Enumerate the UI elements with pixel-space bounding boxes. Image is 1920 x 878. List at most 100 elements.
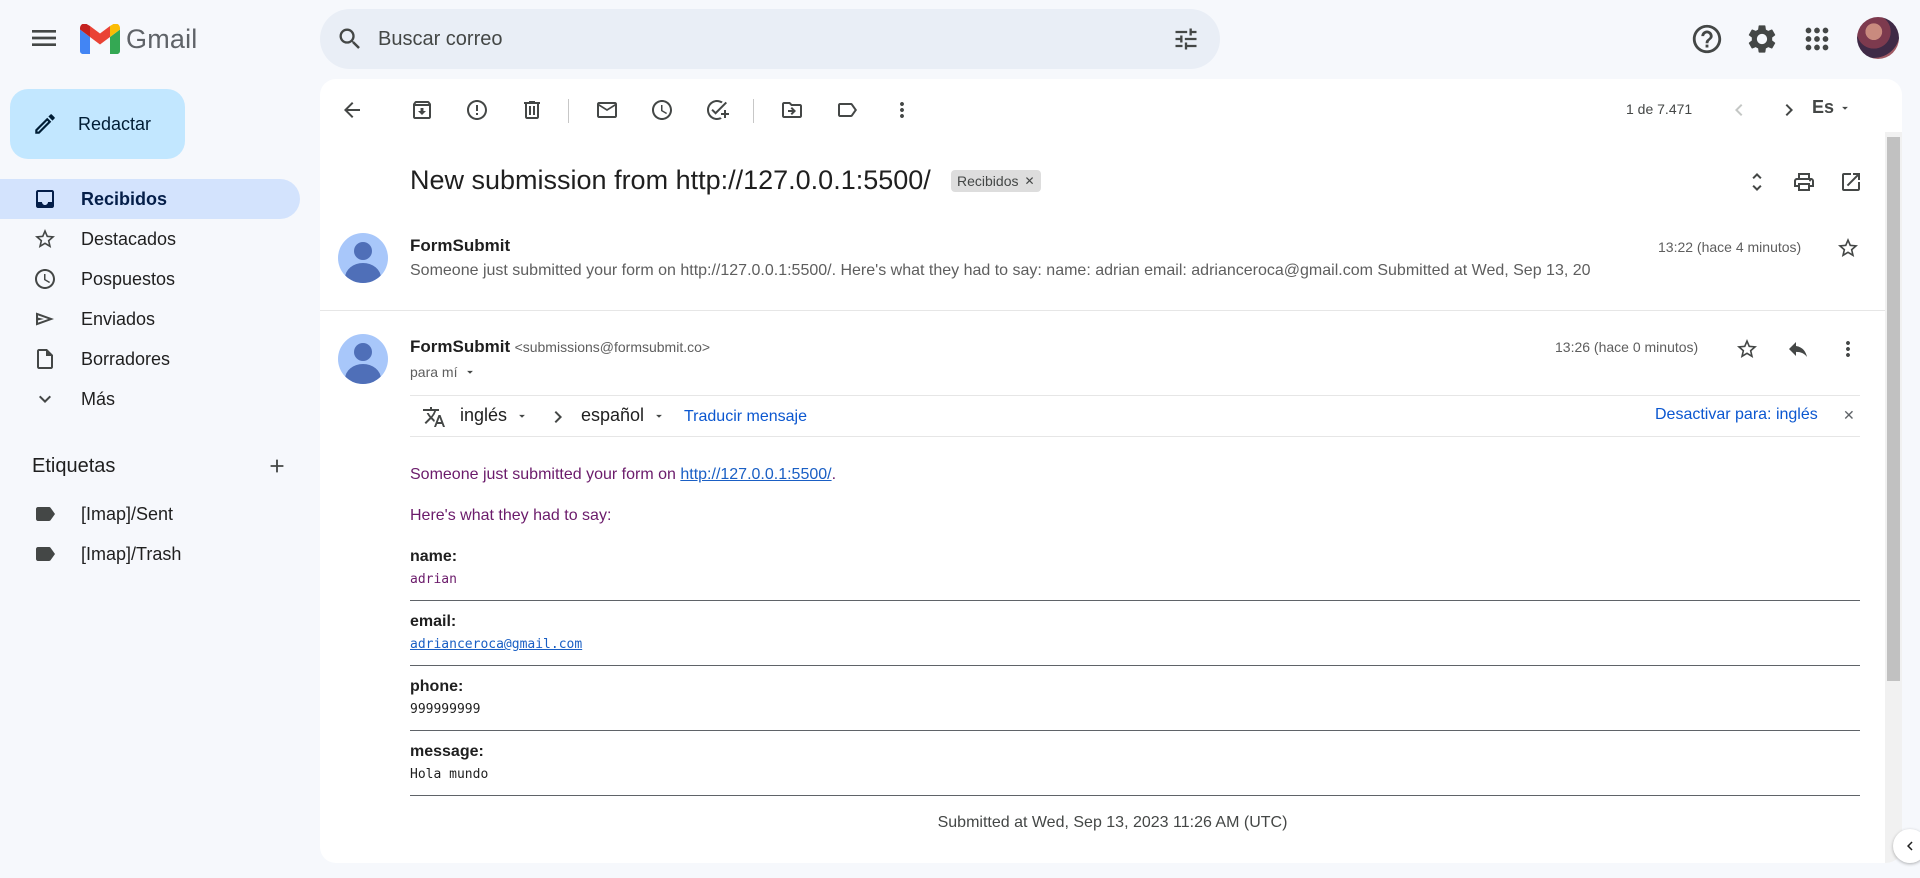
sidebar-item-label: Enviados bbox=[81, 308, 156, 329]
search-options-icon[interactable] bbox=[1172, 25, 1200, 53]
mark-unread-button[interactable] bbox=[595, 98, 619, 122]
draft-icon bbox=[37, 349, 53, 369]
sender-line: FormSubmit <submissions@formsubmit.co> bbox=[410, 337, 710, 357]
chevron-right-icon bbox=[554, 411, 562, 423]
arrow-back-icon bbox=[344, 102, 360, 118]
add-label-button[interactable] bbox=[266, 455, 288, 477]
add-task-button[interactable] bbox=[705, 98, 729, 122]
translate-icon bbox=[423, 407, 445, 427]
star-button[interactable] bbox=[1735, 337, 1759, 361]
label-icon bbox=[36, 547, 55, 561]
trash-icon bbox=[524, 101, 540, 119]
message-view: 1 de 7.471 Es New submission from http:/… bbox=[320, 79, 1902, 863]
sender-email: <submissions@formsubmit.co> bbox=[514, 339, 711, 355]
field-divider bbox=[410, 730, 1860, 731]
report-icon bbox=[467, 100, 487, 120]
labels-button[interactable] bbox=[835, 98, 859, 122]
send-icon bbox=[36, 312, 54, 326]
move-to-button[interactable] bbox=[780, 98, 804, 122]
back-button[interactable] bbox=[340, 98, 364, 122]
more-vert-icon bbox=[1846, 341, 1850, 357]
label-outline-icon bbox=[838, 103, 857, 117]
star-icon bbox=[1737, 339, 1757, 358]
collapsed-sender[interactable]: FormSubmit bbox=[410, 236, 510, 256]
field-email-value[interactable]: adrianceroca@gmail.com bbox=[410, 637, 582, 652]
apps-button[interactable] bbox=[1800, 22, 1834, 56]
toolbar-divider bbox=[753, 99, 754, 123]
submitted-footer: Submitted at Wed, Sep 13, 2023 11:26 AM … bbox=[937, 814, 1288, 831]
older-button[interactable] bbox=[1777, 98, 1801, 122]
app-name: Gmail bbox=[126, 23, 198, 54]
print-button[interactable] bbox=[1792, 170, 1816, 194]
unfold-icon bbox=[1752, 173, 1762, 191]
field-divider bbox=[410, 665, 1860, 666]
help-icon bbox=[1692, 24, 1722, 54]
sidebar-item-more[interactable]: Más bbox=[0, 379, 300, 419]
archive-button[interactable] bbox=[410, 98, 434, 122]
reply-button[interactable] bbox=[1786, 337, 1810, 361]
recipients-dropdown[interactable]: para mí bbox=[410, 364, 477, 380]
search-bar[interactable]: Buscar correo bbox=[320, 9, 1220, 69]
hamburger-icon bbox=[32, 30, 56, 46]
gear-icon bbox=[1748, 25, 1776, 53]
close-translate-icon[interactable]: ✕ bbox=[1843, 407, 1855, 424]
gmail-logo[interactable]: Gmail bbox=[80, 20, 198, 58]
sidebar-item-inbox[interactable]: Recibidos bbox=[0, 179, 300, 219]
translate-message-link[interactable]: Traducir mensaje bbox=[684, 408, 807, 426]
search-icon[interactable] bbox=[336, 25, 364, 53]
body-intro-end: . bbox=[831, 466, 837, 483]
settings-button[interactable] bbox=[1745, 22, 1779, 56]
message-divider bbox=[320, 310, 1902, 311]
input-tools-button[interactable]: Es bbox=[1812, 97, 1852, 118]
expand-all-button[interactable] bbox=[1745, 170, 1769, 194]
source-language-select[interactable]: inglés bbox=[460, 405, 529, 426]
field-email-label: email: bbox=[410, 613, 457, 630]
sidebar-item-sent[interactable]: Enviados bbox=[0, 299, 300, 339]
input-tools-label: Es bbox=[1812, 97, 1835, 117]
delete-button[interactable] bbox=[520, 98, 544, 122]
pencil-icon bbox=[35, 114, 55, 134]
new-window-button[interactable] bbox=[1839, 170, 1863, 194]
sidebar-item-snoozed[interactable]: Pospuestos bbox=[0, 259, 300, 299]
report-spam-button[interactable] bbox=[465, 98, 489, 122]
collapsed-snippet[interactable]: Someone just submitted your form on http… bbox=[410, 262, 1852, 280]
mail-icon bbox=[597, 102, 617, 118]
help-button[interactable] bbox=[1690, 22, 1724, 56]
target-language: español bbox=[581, 405, 645, 425]
sender-avatar bbox=[338, 334, 388, 384]
sidebar-item-label: Recibidos bbox=[81, 188, 168, 209]
field-message-value: Hola mundo bbox=[410, 767, 489, 782]
sidebar-item-drafts[interactable]: Borradores bbox=[0, 339, 300, 379]
search-input[interactable]: Buscar correo bbox=[378, 28, 1172, 51]
snooze-button[interactable] bbox=[650, 98, 674, 122]
compose-button[interactable]: Redactar bbox=[10, 89, 185, 159]
scrollbar-thumb[interactable] bbox=[1887, 137, 1900, 681]
more-actions-button[interactable] bbox=[890, 98, 914, 122]
expanded-sender[interactable]: FormSubmit bbox=[410, 337, 510, 356]
remove-label-icon[interactable]: ✕ bbox=[1024, 174, 1034, 188]
field-name-label: name: bbox=[410, 548, 458, 565]
sidebar-item-starred[interactable]: Destacados bbox=[0, 219, 300, 259]
toolbar-divider bbox=[568, 99, 569, 123]
compose-label: Redactar bbox=[78, 113, 152, 134]
target-language-select[interactable]: español bbox=[581, 405, 666, 426]
dropdown-arrow-icon bbox=[519, 414, 525, 418]
dropdown-arrow-icon bbox=[467, 370, 474, 374]
field-name-value: adrian bbox=[410, 572, 457, 587]
sidebar-item-label: Más bbox=[81, 388, 116, 409]
body-intro-link[interactable]: http://127.0.0.1:5500/ bbox=[680, 466, 831, 483]
gmail-m-icon bbox=[80, 24, 120, 54]
side-panel-toggle[interactable] bbox=[1893, 829, 1920, 863]
message-more-button[interactable] bbox=[1836, 337, 1860, 361]
sidebar-item-label: Borradores bbox=[81, 348, 171, 369]
sidebar-label-imap-trash[interactable]: [Imap]/Trash bbox=[0, 534, 300, 574]
sidebar-item-label: Destacados bbox=[81, 228, 177, 249]
newer-button[interactable] bbox=[1727, 98, 1751, 122]
dropdown-arrow-icon bbox=[1842, 106, 1848, 110]
main-menu-button[interactable] bbox=[28, 22, 60, 54]
sidebar-label-imap-sent[interactable]: [Imap]/Sent bbox=[0, 494, 300, 534]
star-button[interactable] bbox=[1836, 236, 1860, 260]
account-avatar[interactable] bbox=[1857, 17, 1899, 59]
field-divider bbox=[410, 600, 1860, 601]
disable-translation-link[interactable]: Desactivar para: inglés bbox=[1655, 406, 1818, 424]
